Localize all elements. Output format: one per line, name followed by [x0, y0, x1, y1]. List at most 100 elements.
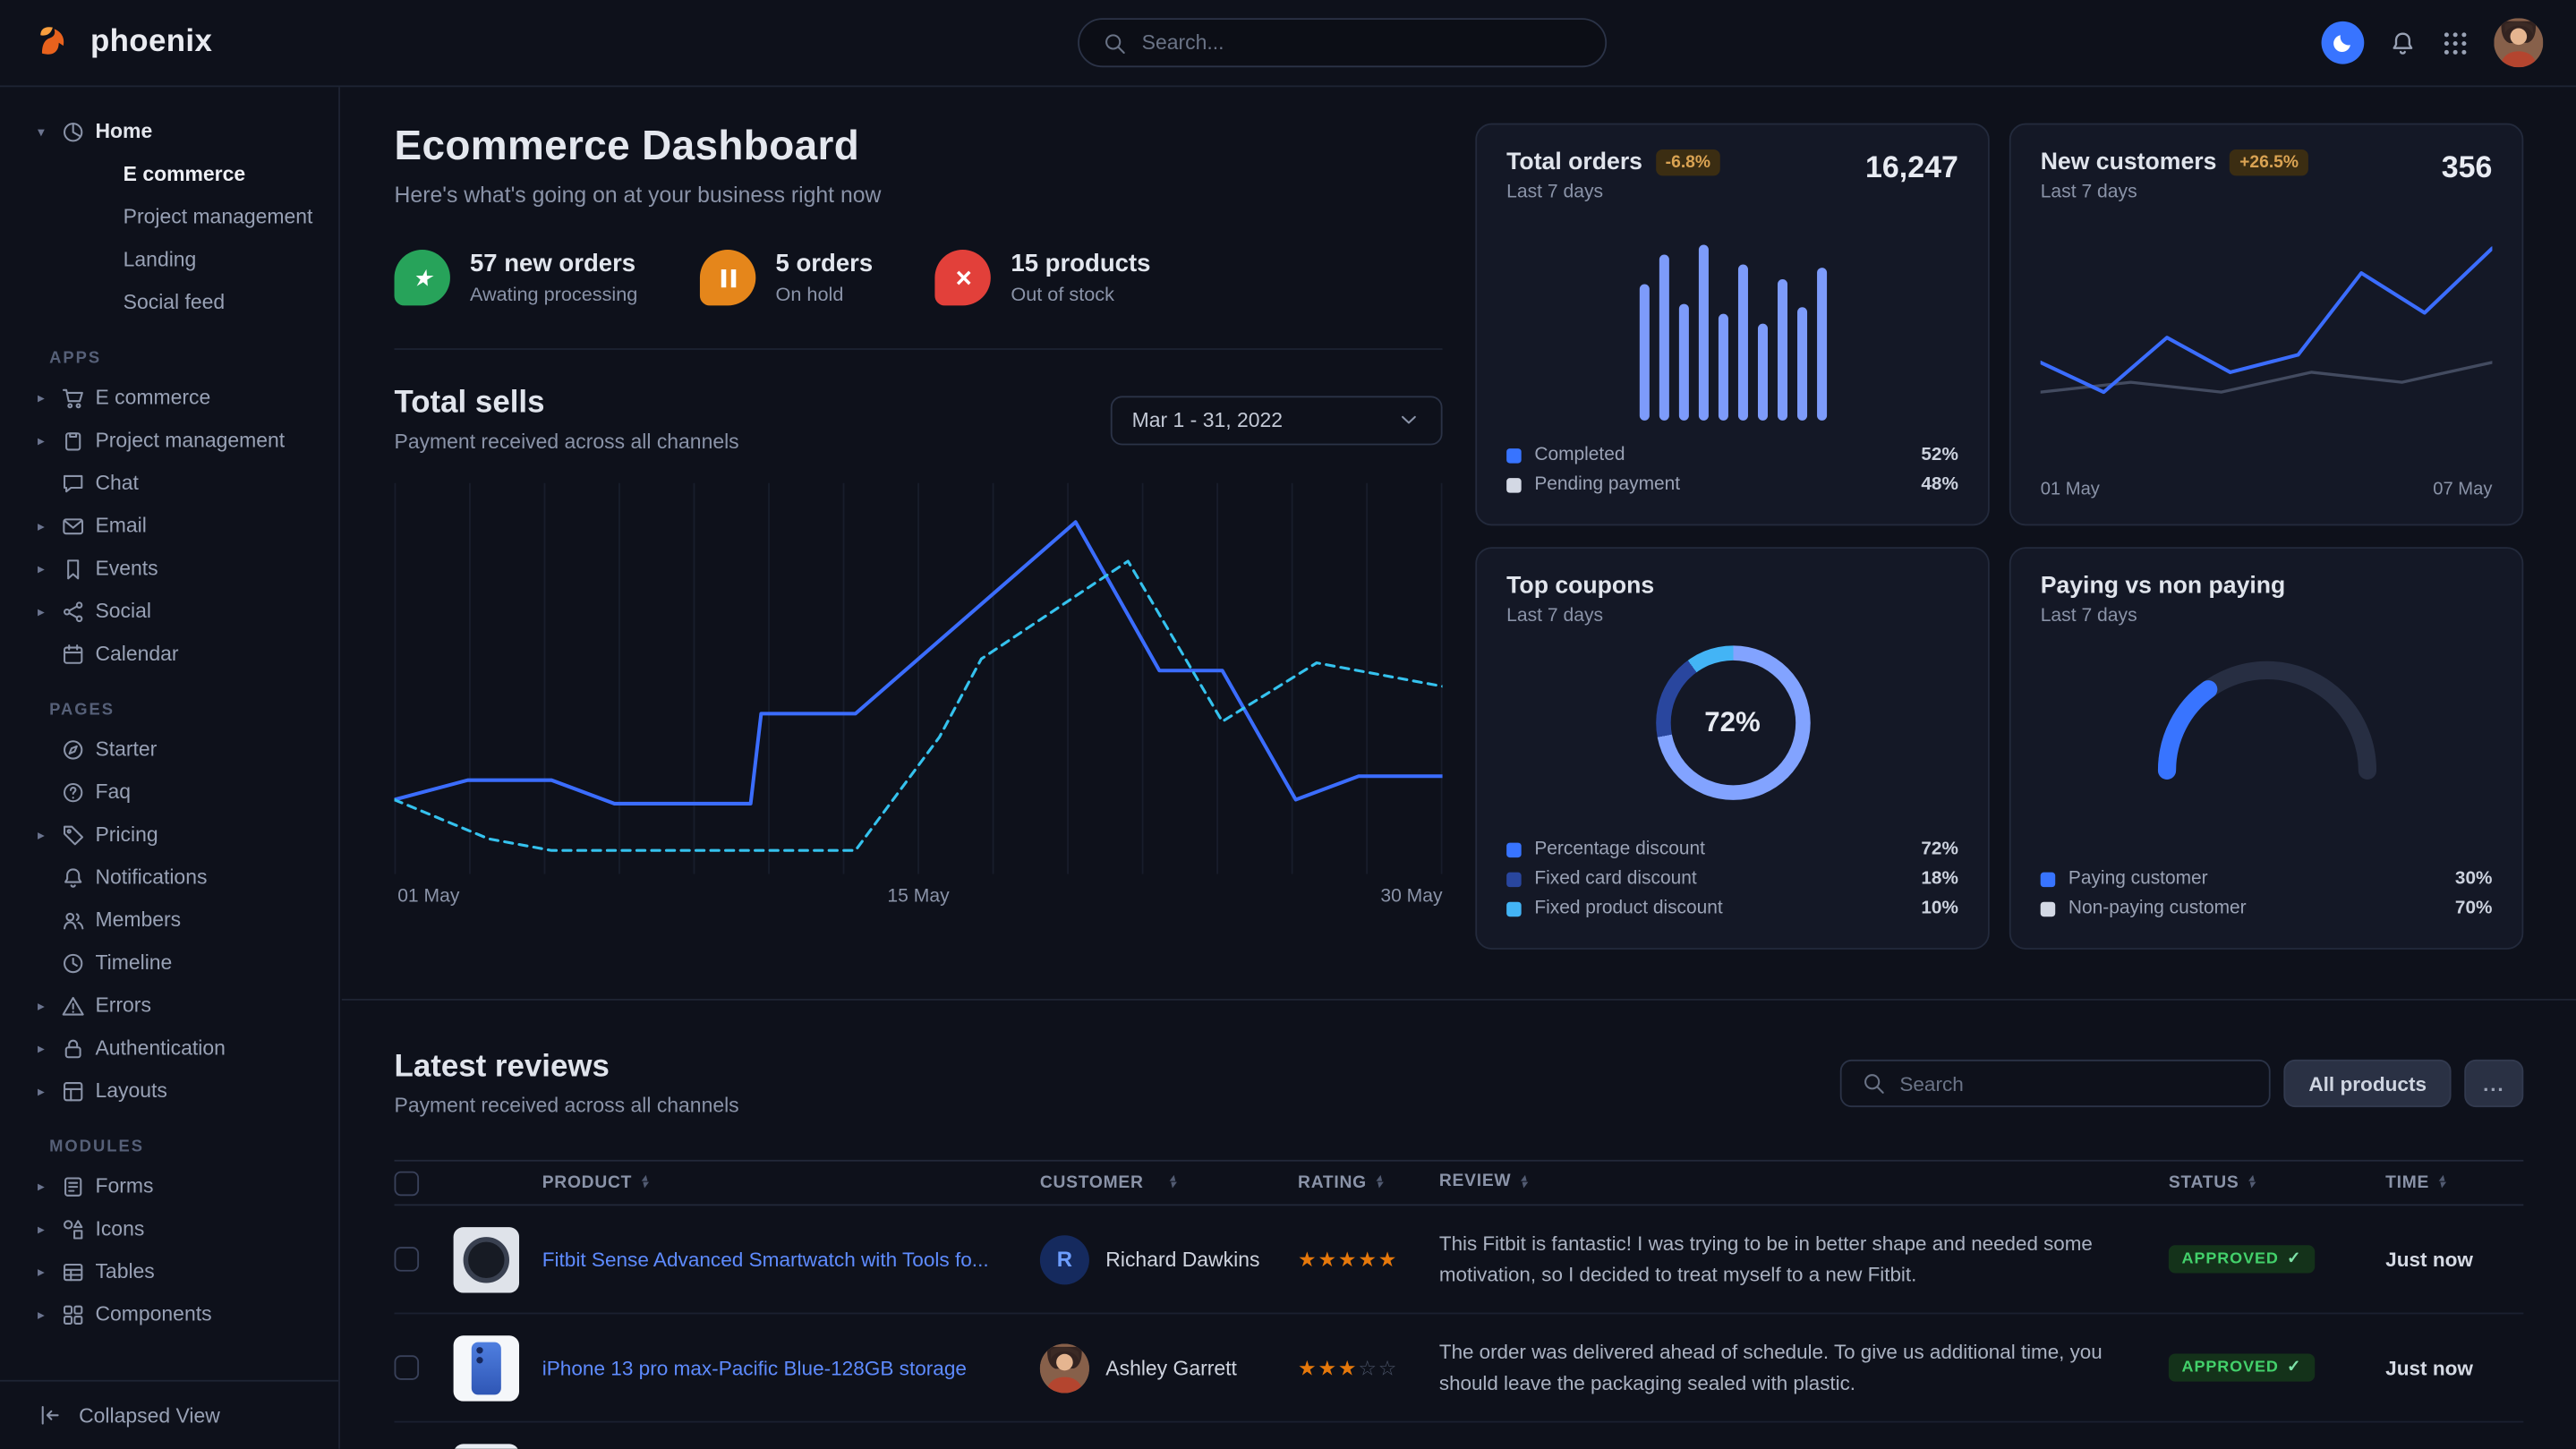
sidebar-section-items: ▸ E commerce ▸ Project management ▸: [0, 376, 338, 675]
avatar-image: [2494, 18, 2543, 67]
sidebar-item-icon: [59, 555, 85, 581]
column-header-time[interactable]: TIME▴▾: [2385, 1173, 2523, 1193]
sidebar-item[interactable]: ▸ Tables: [0, 1250, 338, 1293]
legend-item: Percentage discount 72%: [1506, 834, 1958, 864]
sort-icon: ▴▾: [1170, 1175, 1176, 1190]
column-header-product[interactable]: PRODUCT▴▾: [542, 1173, 1040, 1193]
legend-value: 48%: [1921, 474, 1958, 494]
column-header-customer[interactable]: CUSTOMER▴▾: [1040, 1173, 1298, 1193]
sidebar-item[interactable]: ▸ Authentication: [0, 1027, 338, 1070]
sidebar-item-label: Tables: [95, 1260, 154, 1283]
sidebar-item[interactable]: ▸ Layouts: [0, 1070, 338, 1112]
sidebar-item-icon: [59, 907, 85, 933]
review-row: iPhone 13 pro max-Pacific Blue-128GB sto…: [395, 1314, 2524, 1422]
more-options-button[interactable]: ...: [2464, 1060, 2523, 1107]
caret-right-icon: ▸: [33, 1082, 49, 1100]
sidebar-item[interactable]: ▸ Icons: [0, 1207, 338, 1250]
sidebar-subitem-label: E commerce: [124, 163, 245, 186]
column-header-rating[interactable]: RATING▴▾: [1298, 1173, 1439, 1193]
legend-item: Completed 52%: [1506, 440, 1958, 470]
date-range-select[interactable]: Mar 1 - 31, 2022: [1111, 395, 1443, 444]
sidebar-item[interactable]: ▸ Timeline: [0, 942, 338, 984]
total-sells-header: Total sells Payment received across all …: [395, 386, 1443, 453]
sidebar-subitem[interactable]: Social feed: [0, 281, 338, 324]
brand[interactable]: phoenix: [33, 21, 213, 64]
sidebar-item-icon: [59, 779, 85, 805]
review-time: Just now: [2385, 1356, 2523, 1379]
product-thumbnail[interactable]: [454, 1443, 519, 1448]
card-value: 356: [2442, 149, 2493, 185]
sidebar-item-icon: [59, 385, 85, 411]
total-sells-subtitle: Payment received across all channels: [395, 430, 739, 454]
x-tick: 01 May: [397, 887, 459, 907]
section-divider: [395, 348, 1443, 350]
sidebar-item[interactable]: ▸ Chat: [0, 462, 338, 505]
sidebar-item-label: Faq: [95, 780, 131, 804]
reviews-toolbar: All products ...: [1840, 1060, 2523, 1107]
sidebar-item-label: Layouts: [95, 1079, 166, 1103]
sidebar-item[interactable]: ▸ Project management: [0, 419, 338, 462]
sidebar-item[interactable]: ▸ Members: [0, 899, 338, 942]
sidebar-item[interactable]: ▸ Social: [0, 590, 338, 633]
sidebar-item-label: Members: [95, 908, 181, 932]
column-header-review[interactable]: REVIEW▴▾: [1439, 1170, 2169, 1196]
global-search-input[interactable]: [1142, 31, 1582, 55]
status-badge: APPROVED✓: [2169, 1353, 2315, 1381]
sidebar-item[interactable]: ▸ Faq: [0, 771, 338, 814]
caret-right-icon: ▸: [33, 825, 49, 843]
column-header-status[interactable]: STATUS▴▾: [2169, 1173, 2385, 1193]
sidebar-item-icon: [59, 950, 85, 976]
sidebar-item-icon: [59, 864, 85, 890]
notifications-button[interactable]: [2389, 29, 2417, 56]
sidebar-item[interactable]: ▸ E commerce: [0, 376, 338, 419]
sidebar-item[interactable]: ▸ Starter: [0, 728, 338, 771]
sidebar-item-label: Starter: [95, 737, 157, 761]
select-all-checkbox[interactable]: [395, 1171, 420, 1196]
apps-grid-button[interactable]: [2442, 29, 2469, 56]
review-time: Just now: [2385, 1248, 2523, 1271]
collapsed-view-toggle[interactable]: Collapsed View: [0, 1380, 338, 1449]
reviews-subtitle: Payment received across all channels: [395, 1094, 739, 1117]
reviews-search-input[interactable]: [1899, 1072, 2249, 1095]
theme-toggle-button[interactable]: [2322, 21, 2365, 64]
product-link[interactable]: iPhone 13 pro max-Pacific Blue-128GB sto…: [542, 1356, 967, 1379]
card-value: 16,247: [1865, 149, 1958, 185]
sidebar-subitem[interactable]: Landing: [0, 238, 338, 281]
sidebar-item-home[interactable]: ▾ Home: [0, 110, 338, 153]
all-products-button[interactable]: All products: [2284, 1060, 2452, 1107]
sidebar-item[interactable]: ▸ Errors: [0, 984, 338, 1027]
sidebar-item-icon: [59, 427, 85, 453]
product-link[interactable]: Fitbit Sense Advanced Smartwatch with To…: [542, 1248, 989, 1271]
new-customers-card: New customers +26.5% Last 7 days 356 01 …: [2009, 124, 2524, 526]
sidebar-item-label: Calendar: [95, 643, 178, 666]
paying-gauge-chart: [2041, 639, 2493, 784]
stat-item: 15 products Out of stock: [935, 250, 1151, 305]
sidebar-item[interactable]: ▸ Components: [0, 1293, 338, 1336]
sidebar-item-label: Project management: [95, 429, 285, 452]
sidebar-item[interactable]: ▸ Email: [0, 504, 338, 547]
row-checkbox[interactable]: [395, 1355, 420, 1380]
legend-item: Non-paying customer 70%: [2041, 894, 2493, 924]
sidebar-subitem[interactable]: E commerce: [0, 153, 338, 196]
user-avatar[interactable]: [2494, 18, 2543, 67]
sidebar-item[interactable]: ▸ Notifications: [0, 856, 338, 899]
stat-icon: [700, 250, 755, 305]
status-badge: APPROVED✓: [2169, 1245, 2315, 1273]
row-checkbox[interactable]: [395, 1247, 420, 1272]
sidebar-item[interactable]: ▸ Events: [0, 547, 338, 590]
total-orders-card: Total orders -6.8% Last 7 days 16,247 Co: [1475, 124, 1990, 526]
sidebar-item-label: Email: [95, 515, 146, 538]
sidebar-item[interactable]: ▸ Forms: [0, 1164, 338, 1207]
global-search[interactable]: [1078, 18, 1607, 67]
sidebar-item[interactable]: ▸ Pricing: [0, 814, 338, 857]
sidebar-section-title: APPS: [0, 350, 338, 368]
sidebar-section-title: MODULES: [0, 1138, 338, 1156]
reviews-search[interactable]: [1840, 1060, 2271, 1107]
sidebar-subitem[interactable]: Project management: [0, 195, 338, 238]
product-thumbnail[interactable]: [454, 1226, 519, 1291]
sidebar-item-icon: [59, 993, 85, 1019]
legend-swatch: [1506, 447, 1522, 463]
product-thumbnail[interactable]: [454, 1334, 519, 1400]
sidebar-item-icon: [59, 513, 85, 539]
sidebar-item[interactable]: ▸ Calendar: [0, 633, 338, 676]
